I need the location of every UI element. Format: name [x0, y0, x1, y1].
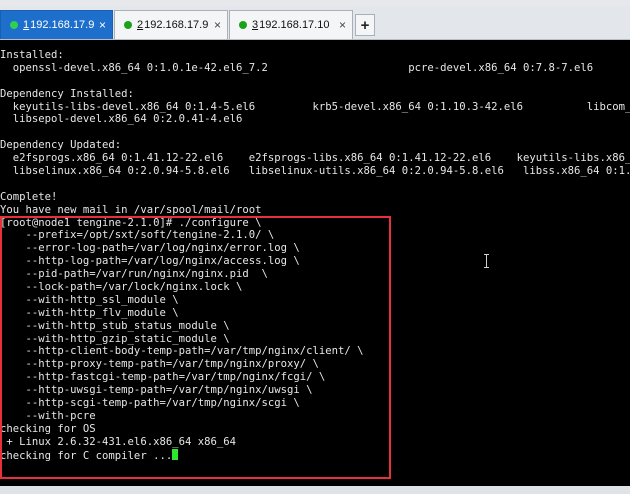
- terminal-line: Dependency Updated:: [0, 139, 122, 152]
- tab-label: 192.168.17.9: [30, 19, 95, 31]
- tab-number: 1: [23, 19, 30, 31]
- highlight-annotation-box: [0, 216, 391, 479]
- new-tab-button[interactable]: +: [355, 14, 375, 36]
- tab-number: 2: [137, 19, 144, 31]
- text-ibeam-cursor-icon: [484, 254, 490, 268]
- terminal-line: libselinux.x86_64 0:2.0.94-5.8.el6 libse…: [0, 165, 630, 178]
- close-icon[interactable]: ×: [99, 18, 106, 32]
- connected-status-icon: [10, 21, 18, 29]
- connected-status-icon: [239, 21, 247, 29]
- terminal-line: libsepol-devel.x86_64 0:2.0.41-4.el6: [0, 113, 243, 126]
- tab-number: 3: [252, 19, 259, 31]
- tab-label: 192.168.17.10: [259, 19, 330, 31]
- close-icon[interactable]: ×: [339, 18, 346, 32]
- window-bottom-strip: [0, 486, 630, 494]
- terminal-line: Dependency Installed:: [0, 87, 134, 100]
- plus-icon: +: [360, 16, 370, 34]
- session-tab-1[interactable]: 1 192.168.17.9 ×: [0, 10, 113, 39]
- session-tab-2[interactable]: 2 192.168.17.9 ×: [114, 10, 228, 39]
- terminal-line: openssl-devel.x86_64 0:1.0.1e-42.el6_7.2…: [0, 61, 594, 74]
- terminal-line: e2fsprogs.x86_64 0:1.41.12-22.el6 e2fspr…: [0, 152, 630, 165]
- connected-status-icon: [124, 21, 132, 29]
- terminal-line: Installed:: [0, 49, 64, 61]
- close-icon[interactable]: ×: [214, 18, 221, 32]
- terminal-line: keyutils-libs-devel.x86_64 0:1.4-5.el6 k…: [0, 100, 630, 113]
- session-tab-bar: 1 192.168.17.9 × 2 192.168.17.9 × 3 192.…: [0, 6, 630, 40]
- session-tab-3[interactable]: 3 192.168.17.10 ×: [229, 10, 353, 39]
- terminal-output[interactable]: Installed: openssl-devel.x86_64 0:1.0.1e…: [0, 40, 630, 486]
- terminal-line: Complete!: [0, 190, 58, 203]
- tab-label: 192.168.17.9: [144, 19, 209, 31]
- terminal-line: You have new mail in /var/spool/mail/roo…: [0, 203, 262, 216]
